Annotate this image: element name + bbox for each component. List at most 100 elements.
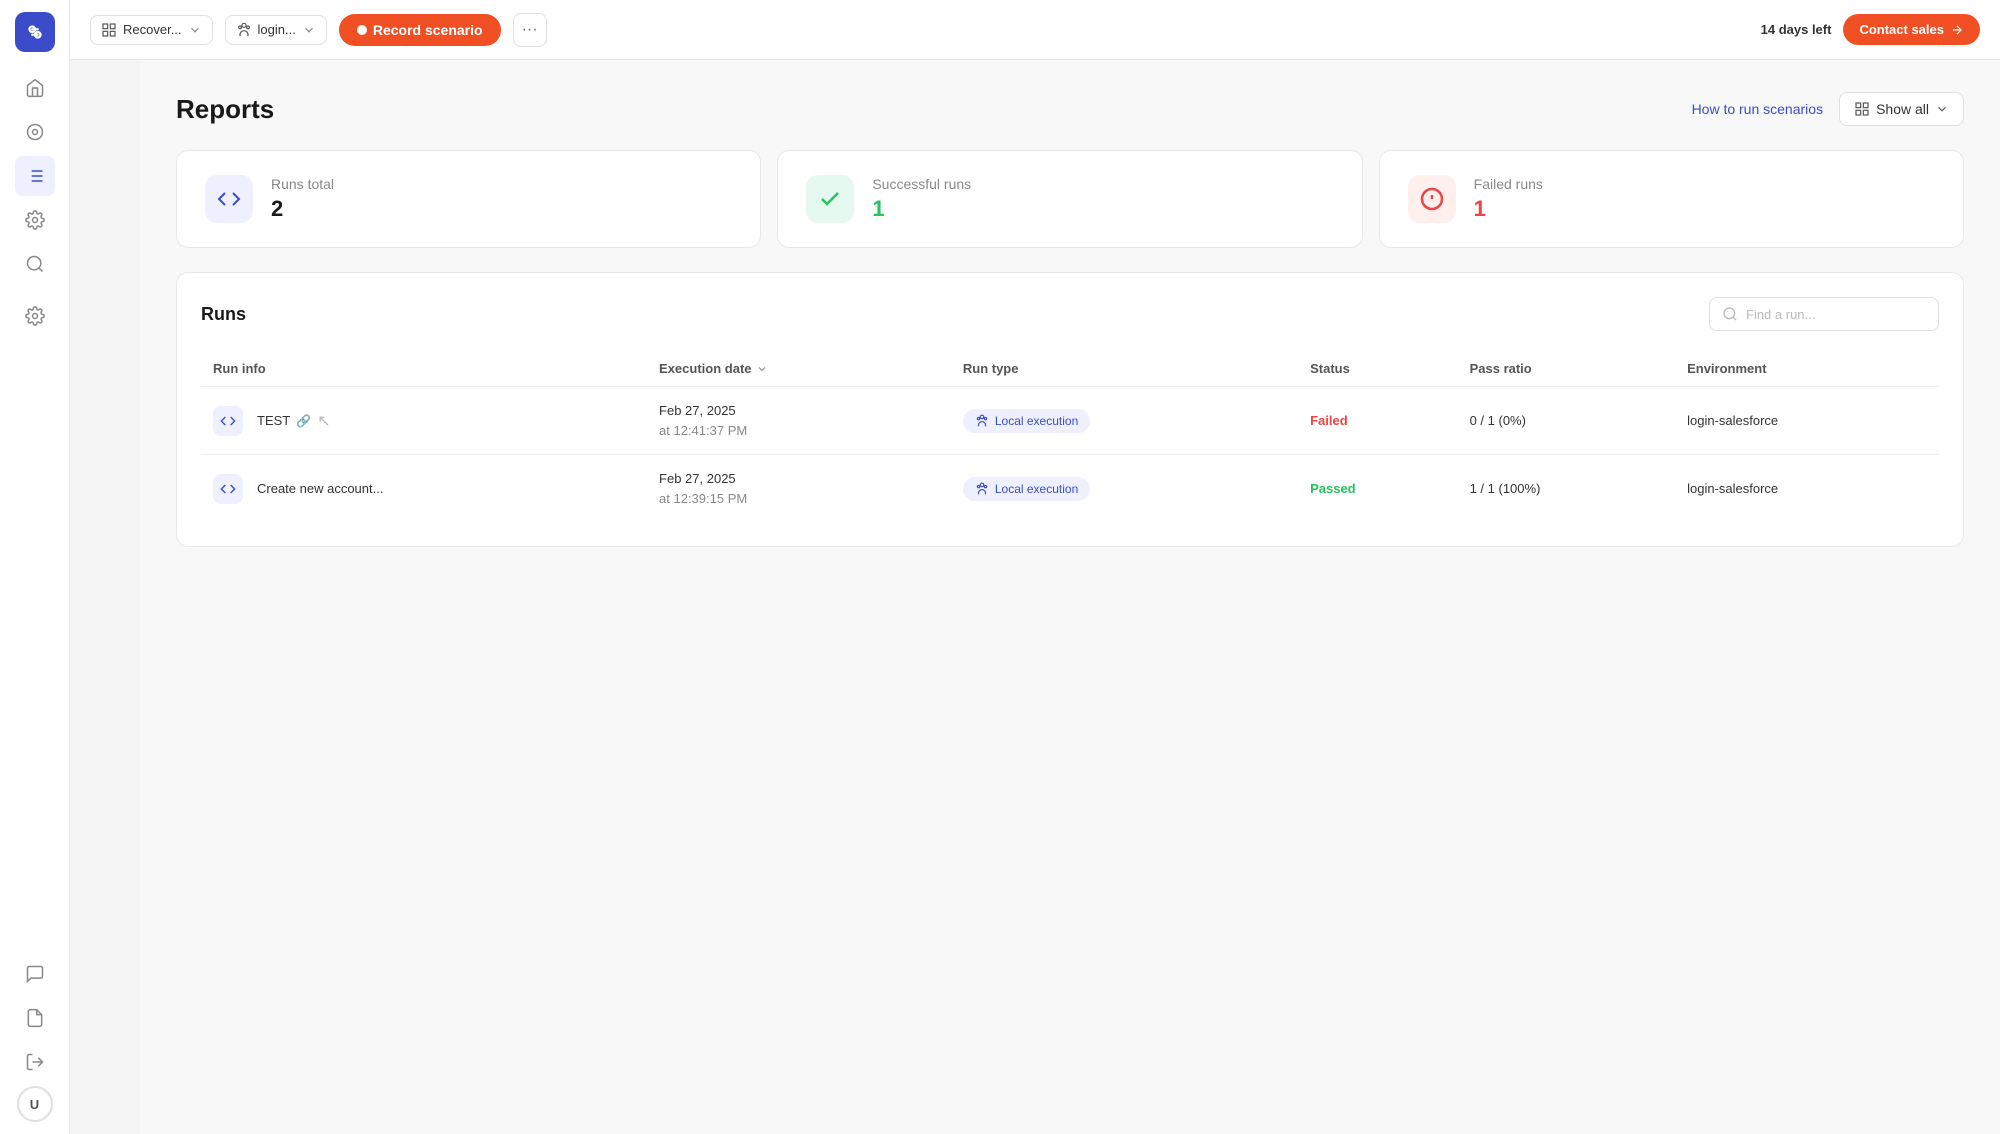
how-to-link[interactable]: How to run scenarios — [1692, 101, 1824, 117]
sidebar-item-user[interactable]: U — [17, 1086, 53, 1122]
run-info-cell-2: Create new account... — [201, 455, 647, 523]
sidebar-item-logout[interactable] — [15, 1042, 55, 1082]
run-type-badge-2: Local execution — [963, 477, 1090, 501]
search-icon — [1722, 306, 1738, 322]
record-dot — [357, 25, 367, 35]
runs-title: Runs — [201, 304, 246, 325]
link-icon-1[interactable]: 🔗 — [296, 414, 311, 428]
project-selector[interactable]: Recover... — [90, 15, 213, 45]
successful-label: Successful runs — [872, 176, 971, 192]
project-chevron-icon — [188, 23, 202, 37]
show-all-icon — [1854, 101, 1870, 117]
sidebar-item-reports[interactable] — [15, 156, 55, 196]
contact-sales-button[interactable]: Contact sales — [1843, 14, 1980, 45]
environment-cell-2: login-salesforce — [1675, 455, 1939, 523]
project-label: Recover... — [123, 22, 182, 37]
login-chevron-icon — [302, 23, 316, 37]
stat-card-runs-total: Runs total 2 — [176, 150, 761, 248]
run-icon-2 — [213, 474, 243, 504]
show-all-button[interactable]: Show all — [1839, 92, 1964, 126]
run-type-cell-2: Local execution — [951, 455, 1298, 523]
failed-value: 1 — [1474, 196, 1543, 222]
runs-table: Run info Execution date Run type Status … — [201, 351, 1939, 522]
sidebar-item-docs[interactable] — [15, 998, 55, 1038]
execution-date-cell-2: Feb 27, 2025 at 12:39:15 PM — [647, 455, 951, 523]
environment-cell-1: login-salesforce — [1675, 387, 1939, 455]
exec-date-line1-1: Feb 27, 2025 — [659, 401, 939, 421]
status-passed-2: Passed — [1310, 481, 1356, 496]
run-name-1[interactable]: TEST — [257, 413, 290, 428]
show-all-chevron-icon — [1935, 102, 1949, 116]
app-logo[interactable] — [15, 12, 55, 52]
run-name-2[interactable]: Create new account... — [257, 481, 383, 496]
record-button[interactable]: Record scenario — [339, 14, 501, 46]
col-status: Status — [1298, 351, 1458, 387]
more-button[interactable]: ··· — [513, 13, 547, 47]
search-input[interactable] — [1746, 307, 1926, 322]
reports-header: Reports How to run scenarios Show all — [176, 92, 1964, 126]
page-title: Reports — [176, 94, 274, 125]
main-content: Reports How to run scenarios Show all Ru… — [140, 60, 2000, 1134]
pass-ratio-cell-2: 1 / 1 (100%) — [1458, 455, 1676, 523]
arrow-right-icon — [1950, 23, 1964, 37]
runs-header: Runs — [201, 297, 1939, 331]
status-cell-1: Failed — [1298, 387, 1458, 455]
run-icon-1 — [213, 406, 243, 436]
sidebar: U — [0, 0, 70, 1134]
sidebar-item-recordings[interactable] — [15, 112, 55, 152]
login-icon — [236, 22, 252, 38]
failed-label: Failed runs — [1474, 176, 1543, 192]
failed-icon — [1408, 175, 1456, 223]
stat-card-failed-info: Failed runs 1 — [1474, 176, 1543, 222]
stats-row: Runs total 2 Successful runs 1 Failed ru… — [176, 150, 1964, 248]
cursor-indicator: ↖ — [317, 411, 330, 431]
status-failed-1: Failed — [1310, 413, 1348, 428]
more-icon: ··· — [522, 21, 538, 39]
local-exec-icon-2 — [975, 482, 989, 496]
table-row: TEST 🔗 ↖ Feb 27, 2025 at 12:41:37 PM — [201, 387, 1939, 455]
record-label: Record scenario — [373, 22, 483, 38]
col-run-info: Run info — [201, 351, 647, 387]
runs-total-icon — [205, 175, 253, 223]
sidebar-item-home[interactable] — [15, 68, 55, 108]
sidebar-item-search[interactable] — [15, 244, 55, 284]
run-info-cell-1: TEST 🔗 ↖ — [201, 387, 647, 455]
pass-ratio-cell-1: 0 / 1 (0%) — [1458, 387, 1676, 455]
toolbar: Recover... login... Record scenario ··· … — [70, 0, 2000, 60]
run-type-cell-1: Local execution — [951, 387, 1298, 455]
successful-value: 1 — [872, 196, 971, 222]
stat-card-runs-total-info: Runs total 2 — [271, 176, 334, 222]
project-icon — [101, 22, 117, 38]
exec-date-line1-2: Feb 27, 2025 — [659, 469, 939, 489]
stat-card-successful-info: Successful runs 1 — [872, 176, 971, 222]
sidebar-item-chat[interactable] — [15, 954, 55, 994]
run-type-badge-1: Local execution — [963, 409, 1090, 433]
runs-section: Runs Run info Execution date Run type — [176, 272, 1964, 547]
execution-date-cell-1: Feb 27, 2025 at 12:41:37 PM — [647, 387, 951, 455]
col-pass-ratio: Pass ratio — [1458, 351, 1676, 387]
table-row: Create new account... Feb 27, 2025 at 12… — [201, 455, 1939, 523]
show-all-label: Show all — [1876, 101, 1929, 117]
exec-date-line2-2: at 12:39:15 PM — [659, 489, 939, 509]
exec-date-line2-1: at 12:41:37 PM — [659, 421, 939, 441]
reports-header-actions: How to run scenarios Show all — [1692, 92, 1964, 126]
col-environment: Environment — [1675, 351, 1939, 387]
status-cell-2: Passed — [1298, 455, 1458, 523]
login-label: login... — [258, 22, 296, 37]
sort-icon — [756, 363, 768, 375]
trial-days: 14 — [1761, 22, 1775, 37]
successful-icon — [806, 175, 854, 223]
runs-total-label: Runs total — [271, 176, 334, 192]
stat-card-successful: Successful runs 1 — [777, 150, 1362, 248]
local-exec-icon-1 — [975, 414, 989, 428]
search-input-wrap[interactable] — [1709, 297, 1939, 331]
login-selector[interactable]: login... — [225, 15, 327, 45]
stat-card-failed: Failed runs 1 — [1379, 150, 1964, 248]
sidebar-item-gear2[interactable] — [15, 296, 55, 336]
sidebar-item-settings[interactable] — [15, 200, 55, 240]
col-execution-date[interactable]: Execution date — [647, 351, 951, 387]
toolbar-right: 14 days left Contact sales — [1761, 14, 1980, 45]
trial-text: 14 days left — [1761, 22, 1832, 37]
col-run-type: Run type — [951, 351, 1298, 387]
contact-label: Contact sales — [1859, 22, 1944, 37]
